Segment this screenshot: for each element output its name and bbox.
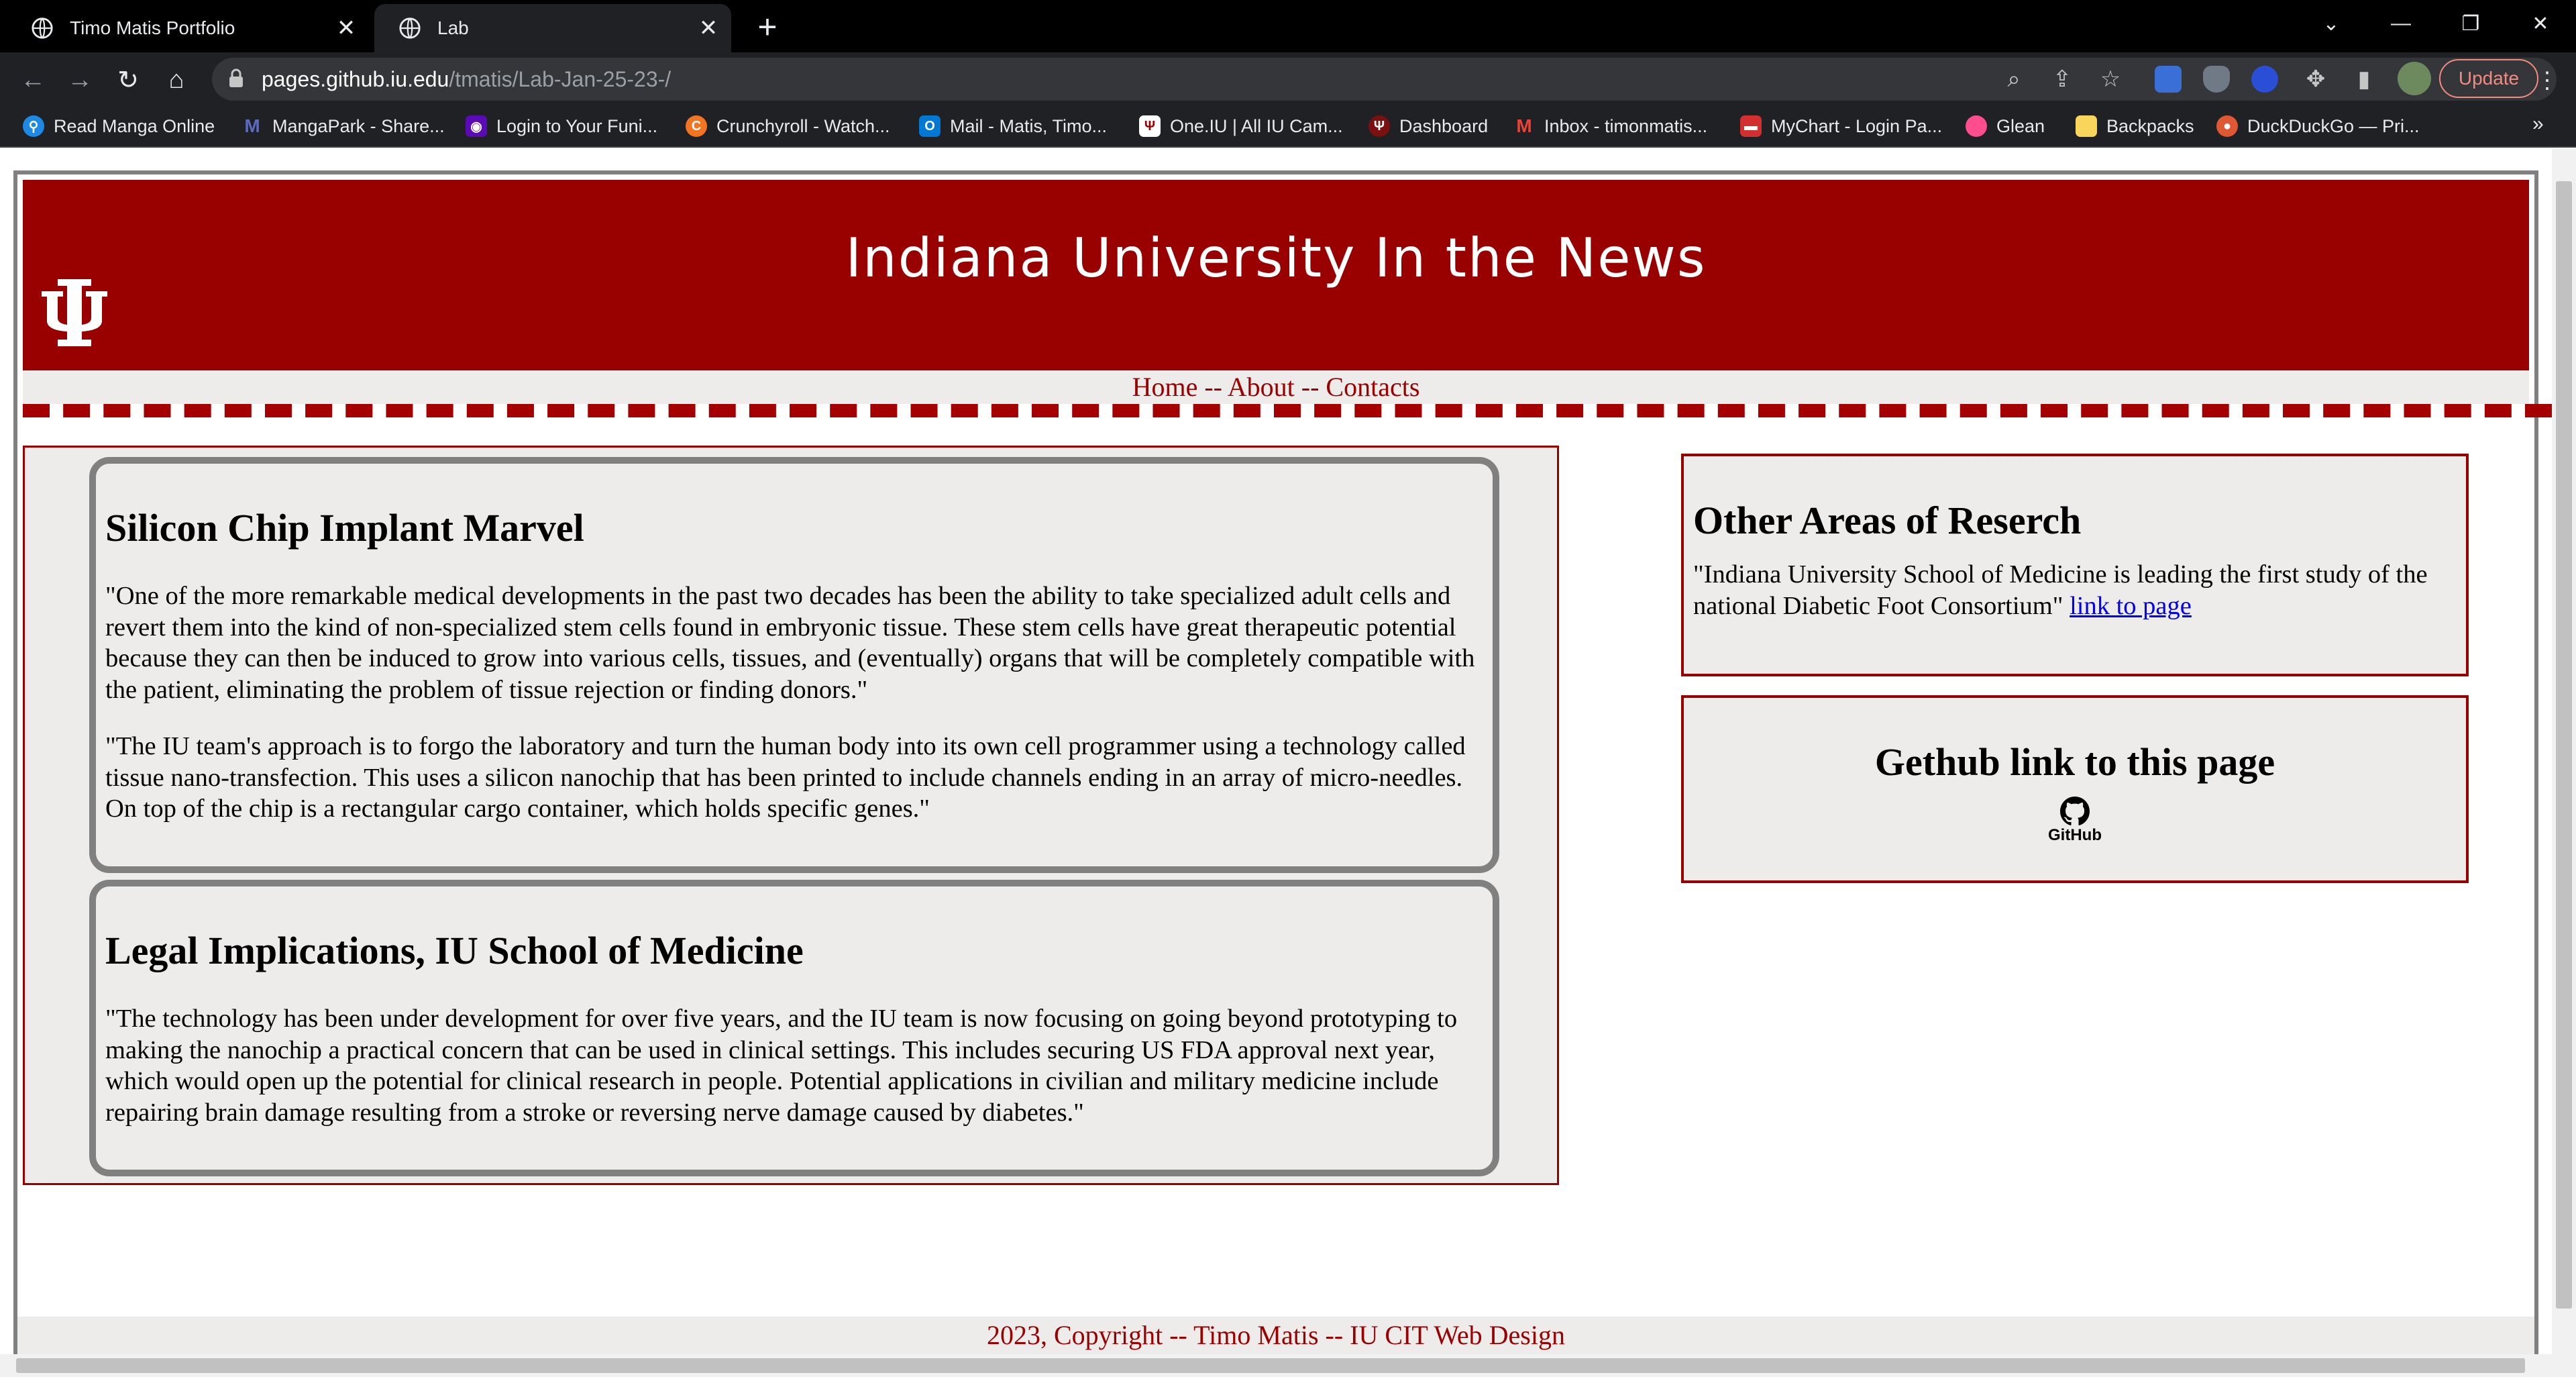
gmail-icon: M	[1516, 115, 1532, 136]
vertical-scrollbar[interactable]	[2552, 149, 2576, 1354]
bookmark-label: Glean	[1996, 115, 2045, 136]
bookmark-label: Crunchyroll - Watch...	[716, 115, 890, 136]
bookmark-gmail[interactable]: M Inbox - timonmatis...	[1513, 114, 1707, 138]
glean-icon	[1966, 115, 1987, 137]
article-paragraph: "The IU team's approach is to forgo the …	[105, 732, 1466, 823]
bookmark-dashboard[interactable]: Ψ Dashboard	[1368, 114, 1488, 138]
tab-strip: Timo Matis Portfolio ✕ Lab ✕ + ⌄ — ❐ ✕	[0, 0, 2576, 52]
github-title: Gethub link to this page	[1874, 740, 2275, 784]
iu-icon: Ψ	[1139, 115, 1161, 137]
github-icon	[2060, 797, 2090, 825]
bookmark-label: Backpacks	[2106, 115, 2194, 136]
avatar[interactable]	[2398, 62, 2431, 95]
github-link[interactable]: GitHub	[1684, 797, 2466, 845]
bookmark-funimation[interactable]: ◉ Login to Your Funi...	[466, 114, 657, 138]
funimation-icon: ◉	[466, 115, 487, 137]
star-icon[interactable]: ☆	[2097, 66, 2124, 93]
home-icon[interactable]: ⌂	[160, 63, 193, 97]
bookmark-read-manga[interactable]: ⚲ Read Manga Online	[23, 114, 215, 138]
reload-icon[interactable]: ↻	[111, 63, 145, 97]
main-content: Silicon Chip Implant Marvel "One of the …	[23, 446, 1559, 1185]
crunchyroll-icon: C	[686, 115, 707, 137]
bookmark-label: Mail - Matis, Timo...	[950, 115, 1108, 136]
minimize-button[interactable]: —	[2372, 0, 2430, 47]
scrollbar-thumb[interactable]	[16, 1358, 2525, 1373]
shield-extension-icon[interactable]	[2203, 66, 2230, 93]
horizontal-scrollbar[interactable]	[0, 1354, 2576, 1377]
bookmark-duckduckgo[interactable]: ● DuckDuckGo — Pri...	[2216, 114, 2420, 138]
mangapark-icon: M	[244, 115, 260, 136]
update-button[interactable]: Update	[2439, 59, 2538, 98]
tab-portfolio[interactable]: Timo Matis Portfolio ✕	[7, 4, 369, 52]
menu-icon[interactable]: ⋮	[2536, 67, 2559, 94]
bookmark-label: Read Manga Online	[54, 115, 215, 136]
scrollbar-thumb[interactable]	[2556, 181, 2572, 1309]
bookmark-mangapark[interactable]: M MangaPark - Share...	[241, 114, 445, 138]
close-window-button[interactable]: ✕	[2512, 0, 2569, 47]
bookmark-one-iu[interactable]: Ψ One.IU | All IU Cam...	[1139, 114, 1343, 138]
bookmark-crunchyroll[interactable]: C Crunchyroll - Watch...	[686, 114, 890, 138]
site-footer: 2023, Copyright -- Timo Matis -- IU CIT …	[17, 1317, 2534, 1354]
bookmark-label: MangaPark - Share...	[272, 115, 445, 136]
puzzle-icon[interactable]: ✥	[2302, 66, 2329, 93]
dashed-divider	[23, 404, 2552, 417]
duckduckgo-icon: ●	[2216, 115, 2238, 137]
new-tab-button[interactable]: +	[750, 8, 785, 46]
dashboard-icon: Ψ	[1368, 115, 1390, 137]
folder-icon	[2076, 115, 2097, 137]
article-legal-implications: Legal Implications, IU School of Medicin…	[89, 880, 1499, 1176]
bookmark-mail[interactable]: O Mail - Matis, Timo...	[919, 114, 1107, 138]
bookmark-label: Inbox - timonmatis...	[1544, 115, 1708, 136]
bookmark-label: DuckDuckGo — Pri...	[2247, 115, 2420, 136]
bookmark-mychart[interactable]: ▬ MyChart - Login Pa...	[1740, 114, 1942, 138]
bookmarks-overflow-icon[interactable]: »	[2532, 113, 2544, 136]
bookmark-label: MyChart - Login Pa...	[1771, 115, 1943, 136]
bookmark-label: Dashboard	[1399, 115, 1489, 136]
translate-extension-icon[interactable]	[2155, 66, 2182, 93]
iu-trident-logo-icon	[42, 279, 107, 346]
bookmark-label: Login to Your Funi...	[496, 115, 658, 136]
research-title: Other Areas of Reserch	[1693, 499, 2082, 542]
bookmark-label: One.IU | All IU Cam...	[1170, 115, 1343, 136]
m-extension-icon[interactable]	[2251, 66, 2278, 93]
tab-title: Lab	[437, 17, 469, 38]
close-tab-icon[interactable]: ✕	[333, 15, 360, 42]
site-header: Indiana University In the News	[23, 180, 2529, 370]
article-paragraph: "One of the more remarkable medical deve…	[105, 582, 1475, 704]
lock-icon[interactable]	[228, 68, 244, 89]
research-box: Other Areas of Reserch "Indiana Universi…	[1681, 454, 2469, 676]
tab-title: Timo Matis Portfolio	[70, 17, 235, 38]
github-box: Gethub link to this page GitHub	[1681, 695, 2469, 883]
url-host: pages.github.iu.edu	[262, 67, 449, 91]
zoom-icon[interactable]: ⌕	[2000, 66, 2027, 93]
share-icon[interactable]: ⇪	[2049, 66, 2076, 93]
site-nav[interactable]: Home -- About -- Contacts	[23, 370, 2529, 404]
bookmark-glean[interactable]: Glean	[1966, 114, 2045, 138]
side-panel-icon[interactable]: ▮	[2351, 66, 2377, 93]
article-title: Legal Implications, IU School of Medicin…	[105, 929, 804, 972]
mychart-icon: ▬	[1740, 115, 1762, 137]
page-title: Indiana University In the News	[845, 227, 1707, 289]
tab-lab[interactable]: Lab ✕	[374, 4, 731, 52]
close-tab-icon[interactable]: ✕	[695, 15, 722, 42]
url-text[interactable]: pages.github.iu.edu/tmatis/Lab-Jan-25-23…	[262, 67, 671, 92]
url-path: /tmatis/Lab-Jan-25-23-/	[449, 67, 672, 91]
restore-button[interactable]: ❐	[2442, 0, 2500, 47]
tab-search-icon[interactable]: ⌄	[2302, 0, 2360, 47]
globe-icon	[32, 17, 53, 39]
forward-icon[interactable]: →	[63, 63, 97, 97]
research-quote: "Indiana University School of Medicine i…	[1693, 560, 2428, 620]
outlook-icon: O	[919, 115, 941, 137]
article-title: Silicon Chip Implant Marvel	[105, 506, 584, 550]
back-icon[interactable]: ←	[16, 63, 50, 97]
article-silicon-chip: Silicon Chip Implant Marvel "One of the …	[89, 457, 1499, 873]
page-viewport: Indiana University In the News Home -- A…	[0, 149, 2552, 1354]
globe-icon	[399, 17, 421, 39]
research-text: "Indiana University School of Medicine i…	[1693, 559, 2465, 621]
github-logo-text: GitHub	[2048, 826, 2102, 844]
bookmark-backpacks[interactable]: Backpacks	[2076, 114, 2194, 138]
article-paragraph: "The technology has been under developme…	[105, 1005, 1458, 1127]
manga-icon: ⚲	[23, 115, 44, 137]
research-link[interactable]: link to page	[2070, 592, 2192, 620]
